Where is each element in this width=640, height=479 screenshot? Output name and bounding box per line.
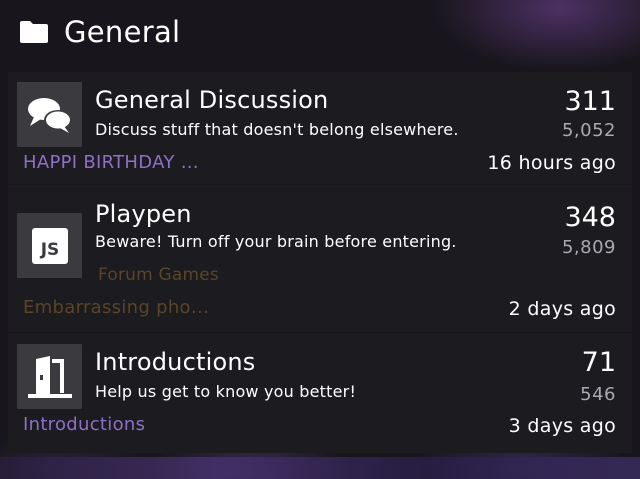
forum-row-general-discussion[interactable]: General Discussion Discuss stuff that do… (8, 72, 632, 184)
forum-title[interactable]: General Discussion (95, 85, 328, 115)
posts-count: 5,809 (561, 237, 616, 258)
last-post-time: 16 hours ago (487, 152, 616, 174)
topics-count: 311 (564, 86, 616, 117)
forum-title[interactable]: Playpen (95, 199, 192, 229)
posts-count: 5,052 (561, 120, 616, 141)
forum-description: Help us get to know you better! (95, 382, 357, 401)
topics-count: 348 (564, 202, 616, 233)
js-badge-icon: JS (17, 213, 82, 278)
posts-count: 546 (580, 384, 616, 405)
bottom-divider (0, 457, 640, 479)
forum-description: Discuss stuff that doesn't belong elsewh… (95, 120, 459, 139)
category-title: General (64, 15, 181, 49)
last-post-link[interactable]: Embarrassing pho… (23, 296, 209, 320)
forum-row-playpen[interactable]: JS Playpen Beware! Turn off your brain b… (8, 185, 632, 332)
last-post-time: 3 days ago (508, 415, 616, 437)
last-post-link[interactable]: HAPPI BIRTHDAY … (23, 151, 199, 175)
folder-icon (20, 21, 48, 43)
door-icon (17, 344, 82, 409)
topics-count: 71 (581, 347, 616, 378)
category-header[interactable]: General (0, 0, 640, 64)
forum-title[interactable]: Introductions (95, 347, 255, 377)
last-post-link[interactable]: Introductions (23, 413, 145, 437)
js-badge-text: JS (39, 240, 59, 260)
forum-description: Beware! Turn off your brain before enter… (95, 232, 457, 251)
last-post-time: 2 days ago (508, 298, 616, 320)
subforum-link[interactable]: Forum Games (98, 263, 219, 287)
chat-bubbles-icon (17, 82, 82, 147)
forum-row-introductions[interactable]: Introductions Help us get to know you be… (8, 333, 632, 453)
